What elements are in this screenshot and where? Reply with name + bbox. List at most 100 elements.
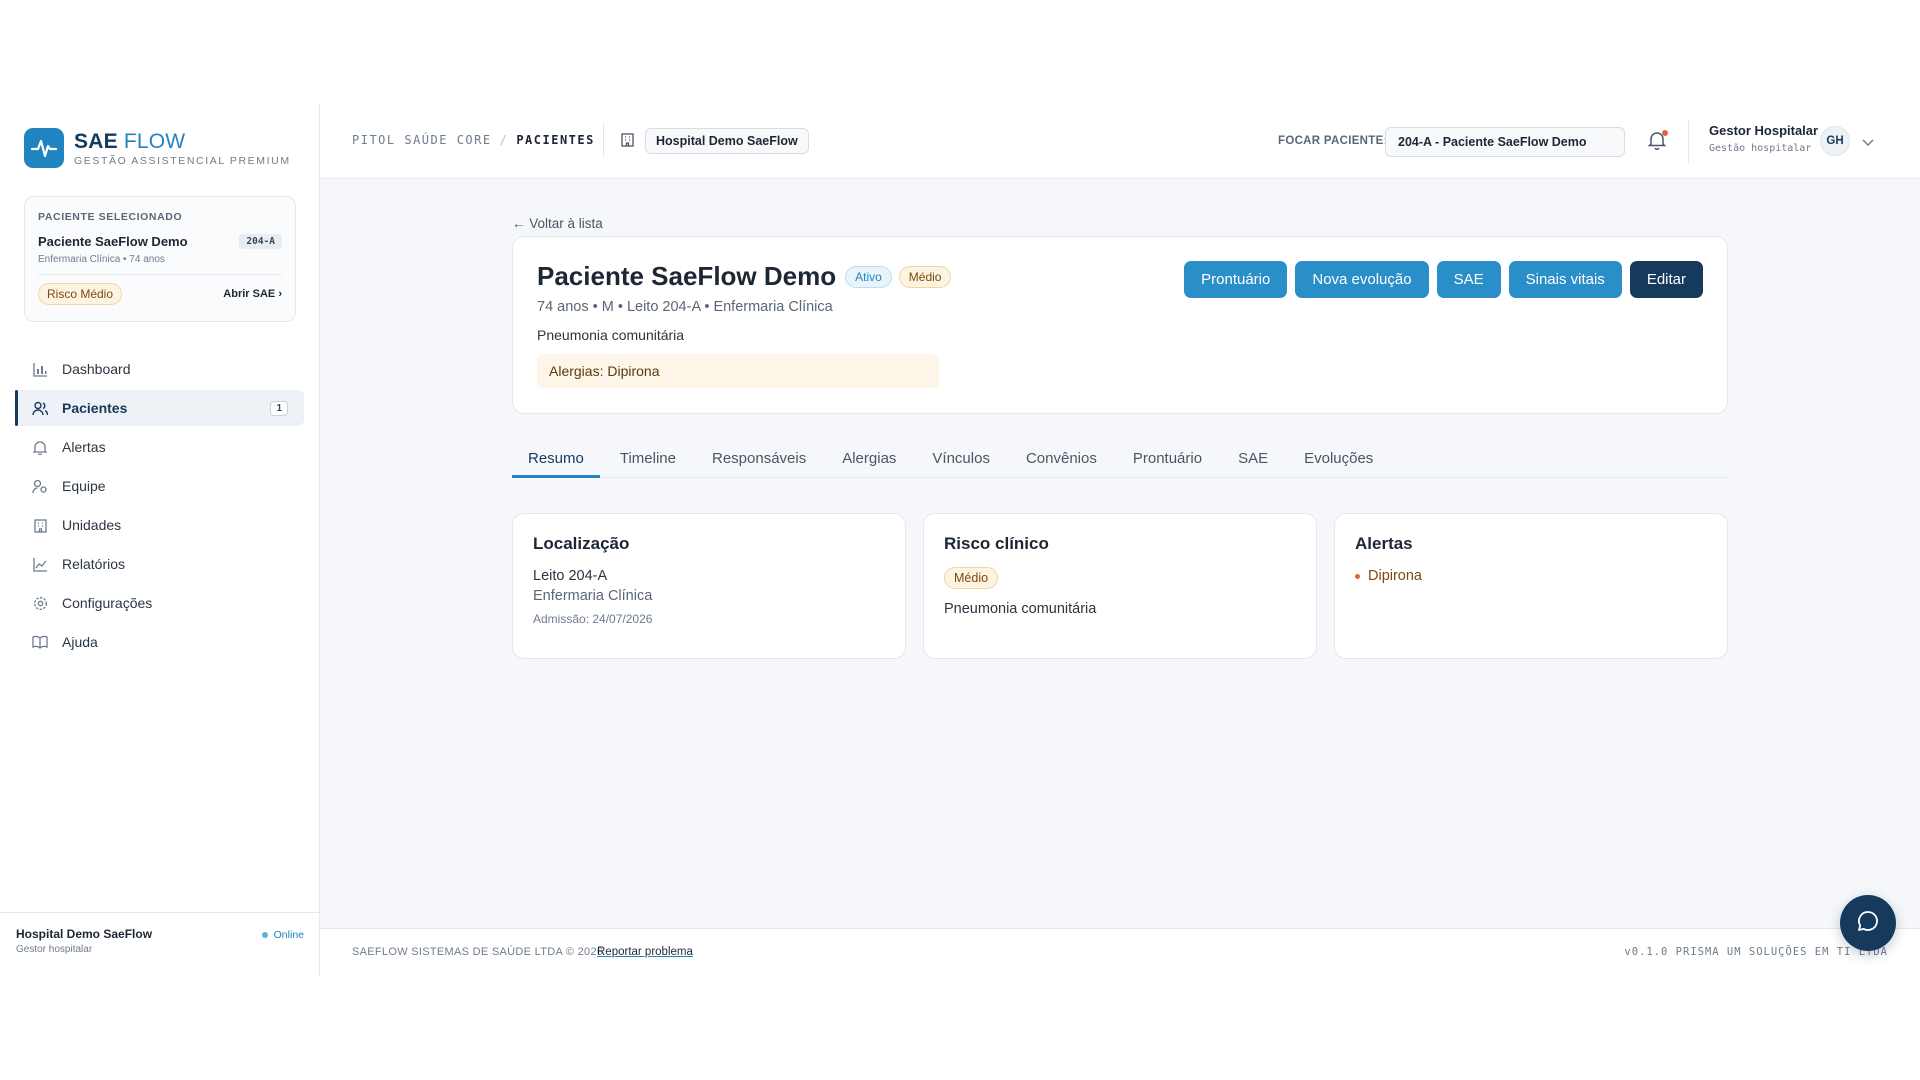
selected-patient-label: PACIENTE SELECIONADO [38,211,183,223]
report-problem-link[interactable]: Reportar problema [597,946,693,958]
brand[interactable]: SAE FLOW GESTÃO ASSISTENCIAL PREMIUM [24,128,291,168]
card-title: Risco clínico [944,534,1049,553]
breadcrumb-root[interactable]: PITOL SAÚDE CORE [352,133,492,147]
focus-patient-select[interactable]: 204-A - Paciente SaeFlow Demo [1385,127,1625,157]
gear-icon [32,595,48,611]
nav-item-pacientes[interactable]: Pacientes 1 [15,390,304,426]
selected-patient-card: PACIENTE SELECIONADO Paciente SaeFlow De… [24,196,296,322]
unit-value: Enfermaria Clínica [533,588,653,604]
sinais-vitais-button[interactable]: Sinais vitais [1508,261,1622,298]
bullet-icon [1355,573,1360,579]
risk-badge: Risco Médio [38,283,123,305]
status-badge: Ativo [845,265,892,288]
chat-button[interactable] [1840,895,1896,951]
footer: SAEFLOW SISTEMAS DE SAÚDE LTDA © 2026 Re… [320,928,1920,976]
selected-patient-meta: Enfermaria Clínica • 74 anos [38,254,165,265]
building-icon [620,132,635,152]
trend-icon [32,556,48,572]
hospital-name: Hospital Demo SaeFlow [16,927,153,941]
selected-patient-name: Paciente SaeFlow Demo [38,234,188,249]
tab-sae[interactable]: SAE [1222,436,1284,478]
back-to-list-link[interactable]: ← Voltar à lista [512,216,603,231]
nav-label: Alertas [62,439,106,455]
location-card: Localização Leito 204-A Enfermaria Clíni… [512,513,906,659]
sidebar: SAE FLOW GESTÃO ASSISTENCIAL PREMIUM PAC… [0,103,320,976]
users-icon [32,400,48,416]
breadcrumb-separator: / [499,133,509,147]
patient-diagnosis: Pneumonia comunitária [537,327,685,343]
tab-evolucoes[interactable]: Evoluções [1288,436,1389,478]
patient-name: Paciente SaeFlow Demo [537,261,837,291]
sidebar-footer: Hospital Demo SaeFlow Gestor hospitalar … [0,912,320,976]
nav-label: Equipe [62,478,106,494]
open-sae-link[interactable]: Abrir SAE › [223,288,282,300]
admission-date: Admissão: 24/07/2026 [533,612,653,626]
status-dot-icon [261,932,268,938]
user-role: Gestor hospitalar [16,944,93,955]
nav-item-alertas[interactable]: Alertas [16,429,304,465]
bell-icon [32,439,48,455]
breadcrumb: PITOL SAÚDE CORE / PACIENTES [352,133,595,147]
user-name[interactable]: Gestor Hospitalar [1709,123,1818,138]
tab-vinculos[interactable]: Vínculos [916,436,1006,478]
tab-convenios[interactable]: Convênios [1010,436,1113,478]
patient-actions: Prontuário Nova evolução SAE Sinais vita… [1176,261,1703,298]
breadcrumb-current: PACIENTES [516,133,595,147]
brand-name: SAE FLOW [74,129,186,153]
tab-resumo[interactable]: Resumo [512,436,600,478]
pulse-logo-icon [24,128,64,168]
topbar: PITOL SAÚDE CORE / PACIENTES Hospital De… [320,103,1920,179]
card-title: Localização [533,534,630,553]
brand-subtitle: GESTÃO ASSISTENCIAL PREMIUM [74,154,291,167]
nav-item-configuracoes[interactable]: Configurações [16,585,304,621]
tab-responsaveis[interactable]: Responsáveis [696,436,822,478]
nav-item-ajuda[interactable]: Ajuda [16,624,304,660]
list-item: Dipirona [1355,568,1707,584]
copyright: SAEFLOW SISTEMAS DE SAÚDE LTDA © 2026 [352,946,604,958]
nav-item-relatorios[interactable]: Relatórios [16,546,304,582]
nova-evolucao-button[interactable]: Nova evolução [1295,261,1429,298]
nav-label: Pacientes [62,400,128,416]
tab-prontuario[interactable]: Prontuário [1117,436,1218,478]
divider [603,123,604,157]
divider [38,274,282,275]
main-nav: Dashboard Pacientes 1 Alertas Equipe Uni… [15,351,304,663]
chevron-down-icon[interactable] [1862,134,1874,152]
chart-icon [32,361,48,377]
team-icon [32,478,48,494]
online-status: Online [261,927,304,943]
nav-item-equipe[interactable]: Equipe [16,468,304,504]
allergy-banner: Alergias: Dipirona [537,354,939,388]
card-title: Alertas [1355,534,1413,553]
building-icon [32,517,48,533]
nav-item-dashboard[interactable]: Dashboard [16,351,304,387]
avatar[interactable]: GH [1820,126,1850,156]
diagnosis-value: Pneumonia comunitária [944,601,1097,617]
summary-cards: Localização Leito 204-A Enfermaria Clíni… [512,513,1728,659]
notification-dot [1662,130,1668,136]
nav-label: Relatórios [62,556,126,572]
nav-label: Dashboard [62,361,131,377]
prontuario-button[interactable]: Prontuário [1184,261,1288,298]
tab-timeline[interactable]: Timeline [604,436,692,478]
chat-bubble-icon [1856,909,1880,938]
main-content: PITOL SAÚDE CORE / PACIENTES Hospital De… [320,103,1920,976]
user-role: Gestão hospitalar [1709,143,1812,154]
nav-label: Configurações [62,595,153,611]
patient-meta: 74 anos • M • Leito 204-A • Enfermaria C… [537,299,833,315]
hospital-selector[interactable]: Hospital Demo SaeFlow [645,128,809,154]
tab-alergias[interactable]: Alergias [826,436,912,478]
focus-patient-label: FOCAR PACIENTE: [1278,135,1388,147]
divider [1688,119,1689,163]
risk-badge: Médio [944,567,999,589]
sae-button[interactable]: SAE [1436,261,1501,298]
chevron-right-icon: › [278,288,282,300]
version-info: v0.1.0 PRISMA UM SOLUÇÕES EM TI LTDA [1624,946,1888,958]
selected-patient-bed: 204-A [239,234,282,249]
notifications-bell-icon[interactable] [1647,130,1668,152]
nav-item-unidades[interactable]: Unidades [16,507,304,543]
nav-label: Unidades [62,517,122,533]
edit-button[interactable]: Editar [1629,261,1703,298]
app-shell: SAE FLOW GESTÃO ASSISTENCIAL PREMIUM PAC… [0,103,1920,976]
book-icon [32,634,48,650]
